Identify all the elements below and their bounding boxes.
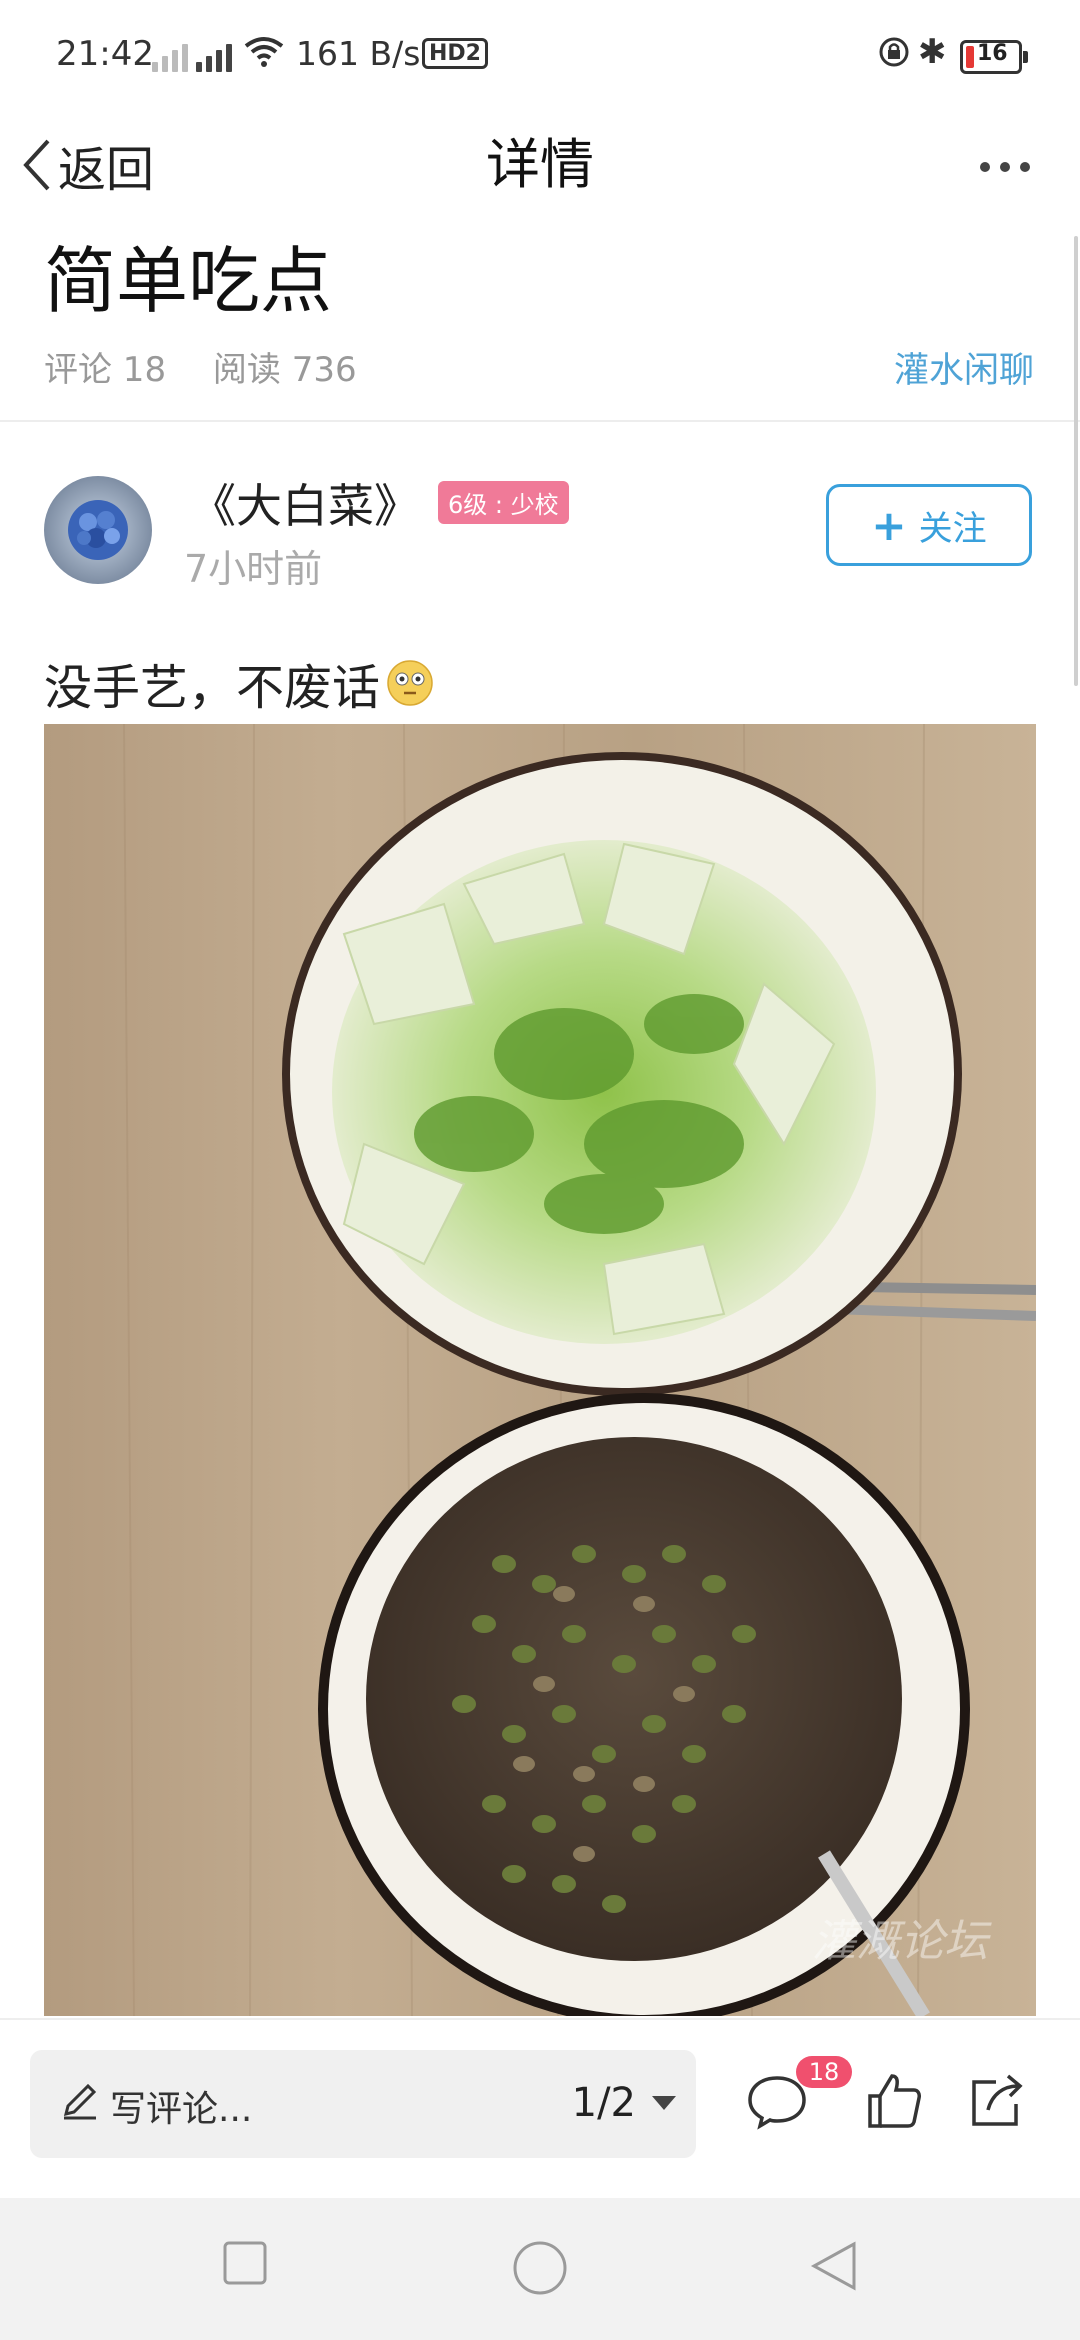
comment-count-text: 评论 18 bbox=[44, 350, 167, 390]
write-comment-input[interactable]: 写评论... 1/2 bbox=[30, 2050, 696, 2158]
post-meta: 评论 18 阅读 736 bbox=[44, 342, 393, 391]
dropdown-triangle-icon bbox=[652, 2096, 676, 2110]
top-bar: 详情 返回 bbox=[0, 110, 1080, 230]
author-name[interactable]: 《大白菜》 bbox=[190, 470, 420, 536]
flushed-face-emoji bbox=[387, 660, 433, 706]
signal-icon bbox=[152, 38, 188, 72]
more-dots-icon[interactable] bbox=[970, 142, 1040, 192]
post-content: 没手艺，不废话 bbox=[44, 648, 434, 718]
comment-count-badge: 18 bbox=[796, 2056, 852, 2088]
level-badge: 6级 : 少校 bbox=[438, 481, 569, 524]
home-button[interactable] bbox=[512, 2240, 568, 2296]
system-nav-bar bbox=[0, 2198, 1080, 2340]
image-watermark: 灌溉论坛 bbox=[812, 1916, 992, 1967]
follow-label: 关注 bbox=[918, 508, 987, 549]
battery-level: 16 bbox=[977, 41, 1008, 66]
bluetooth-icon: ✱ bbox=[918, 32, 947, 72]
back-button[interactable]: 返回 bbox=[22, 120, 154, 210]
follow-button[interactable]: + 关注 bbox=[826, 484, 1032, 566]
plus-icon: + bbox=[871, 500, 907, 550]
thumbs-up-icon[interactable] bbox=[864, 2072, 924, 2130]
rotation-lock-icon bbox=[879, 37, 909, 67]
page-selector[interactable]: 1/2 bbox=[572, 2080, 676, 2126]
avatar[interactable] bbox=[44, 476, 152, 584]
divider bbox=[0, 420, 1080, 422]
post-image[interactable]: 灌溉论坛 bbox=[44, 724, 1036, 2016]
post-time: 7小时前 bbox=[184, 547, 323, 591]
battery-icon: 16 bbox=[960, 40, 1028, 74]
scrollbar[interactable] bbox=[1074, 236, 1078, 686]
hd-badge: HD2 bbox=[422, 38, 488, 69]
back-label: 返回 bbox=[58, 142, 155, 198]
wifi-icon bbox=[244, 37, 284, 67]
status-bar: 21:42 161 B/s HD2 ✱ 16 bbox=[0, 0, 1080, 110]
read-count-text: 阅读 736 bbox=[212, 350, 357, 390]
post-text: 没手艺，不废话 bbox=[44, 660, 381, 716]
forum-link[interactable]: 灌水闲聊 bbox=[894, 342, 1034, 393]
status-time: 21:42 bbox=[56, 34, 154, 74]
share-icon[interactable] bbox=[966, 2072, 1026, 2130]
page-title: 详情 bbox=[486, 133, 594, 196]
network-speed: 161 B/s bbox=[296, 34, 421, 73]
pencil-icon bbox=[63, 2083, 97, 2120]
page-indicator: 1/2 bbox=[571, 2080, 636, 2126]
recent-apps-button[interactable] bbox=[222, 2240, 268, 2286]
comment-placeholder: 写评论... bbox=[110, 2089, 253, 2130]
signal-4g-icon bbox=[196, 38, 232, 72]
back-nav-button[interactable] bbox=[810, 2240, 858, 2292]
chevron-left-icon bbox=[23, 139, 50, 191]
post-title: 简单吃点 bbox=[44, 239, 333, 323]
bottom-action-bar: 写评论... 1/2 18 bbox=[0, 2018, 1080, 2200]
